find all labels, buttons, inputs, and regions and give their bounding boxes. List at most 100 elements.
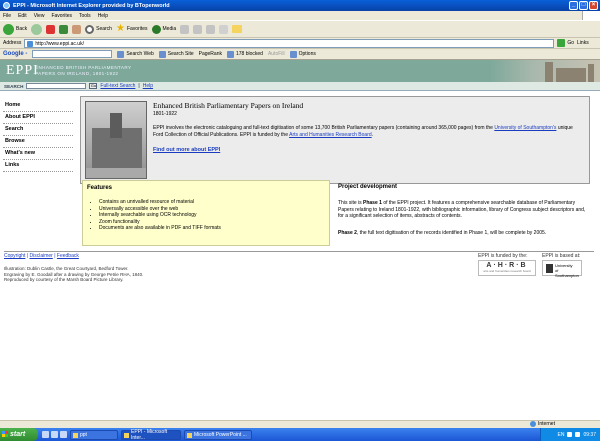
links-button[interactable]: Links [577,40,589,46]
forward-button[interactable] [31,23,43,35]
window-controls: _ □ × [569,1,598,10]
folder-button[interactable] [232,25,243,33]
nav-links[interactable]: Links [3,160,73,172]
development-section: Project development This site is Phase 1… [338,180,588,236]
credit-line-3: Reproduced by courtesy of the Marsh Boar… [4,277,124,282]
southampton-logo[interactable]: University of Southampton [542,260,582,278]
options-icon [289,50,297,58]
language-indicator[interactable]: EN [558,432,565,438]
google-search-input[interactable] [32,50,113,58]
windows-logo-icon [582,11,600,20]
ahrb-logo[interactable]: A·H·R·B arts and humanities research boa… [478,260,536,276]
task-powerpoint[interactable]: Microsoft PowerPoint ... [184,429,252,440]
find-out-more-link[interactable]: Find out more about EPPI [153,147,220,153]
menu-edit[interactable]: Edit [18,13,27,19]
tray-icon[interactable] [575,432,581,437]
favorites-button[interactable]: ★ Favorites [116,24,148,34]
development-title: Project development [338,184,398,190]
blocked-label: 178 blocked [235,51,263,57]
back-label: Back [16,26,28,32]
options-label: Options [298,51,316,57]
site-logo[interactable]: EPPI [6,63,39,79]
search-strip-label: SEARCH [4,83,24,89]
address-bar: Address http://www.eppi.ac.uk/ Go Links [0,38,600,49]
task-ppt-folder[interactable]: ppt [70,429,118,440]
nav-about[interactable]: About EPPI [3,112,73,124]
maximize-button[interactable]: □ [579,1,588,10]
edit-button[interactable] [219,24,229,34]
search-button[interactable]: Search [85,24,112,34]
search-web-label: Search Web [126,51,154,57]
pagerank-button[interactable]: PageRank [199,51,222,57]
menu-tools[interactable]: Tools [79,13,91,19]
quick-launch-icon[interactable] [42,431,49,438]
media-icon [151,24,161,34]
task-ie[interactable]: EPPI - Microsoft Inter... [121,429,181,441]
ahrb-link[interactable]: Arts and Humanities Research Board [289,132,372,138]
menu-file[interactable]: File [3,13,11,19]
window-title: EPPI - Microsoft Internet Explorer provi… [13,2,170,9]
dev-p2-b: , the full text digitisation of the reco… [356,229,547,236]
development-para-2: Phase 2, the full text digitisation of t… [338,230,588,237]
media-label: Media [162,26,177,32]
menu-help[interactable]: Help [98,13,108,19]
site-search-input[interactable] [26,83,87,89]
menu-view[interactable]: View [34,13,45,19]
options-button[interactable]: Options [289,50,316,58]
feedback-link[interactable]: Feedback [57,253,79,259]
search-site-icon [158,50,166,58]
intro-panel: Enhanced British Parliamentary Papers on… [80,96,590,184]
address-input[interactable]: http://www.eppi.ac.uk/ [24,38,555,48]
media-button[interactable]: Media [151,24,177,34]
autofill-button[interactable]: AutoFill [268,51,285,57]
quick-launch [42,431,67,438]
stop-icon [46,24,56,34]
quick-launch-icon[interactable] [51,431,58,438]
dev-p1-b: Phase 1 [363,200,382,206]
site-search-go-button[interactable]: Go [89,83,98,89]
left-nav: Home About EPPI Search Browse What's new… [3,100,73,172]
disclaimer-link[interactable]: Disclaimer [29,253,52,259]
search-icon [85,24,95,34]
stop-button[interactable] [46,24,56,34]
features-box: Features Contains an unrivalled resource… [82,180,330,246]
print-button[interactable] [206,24,216,34]
mail-button[interactable] [193,24,203,34]
history-button[interactable] [180,24,190,34]
home-button[interactable] [72,24,82,34]
university-link[interactable]: University of Southampton's [494,125,556,131]
menu-favorites[interactable]: Favorites [51,13,72,19]
help-link[interactable]: Help [143,83,153,89]
page-viewport: EPPI ENHANCED BRITISH PARLIAMENTARY PAPE… [0,60,600,420]
pagerank-label: PageRank [198,51,222,57]
minimize-button[interactable]: _ [569,1,578,10]
search-site-button[interactable]: Search Site [158,50,194,58]
fulltext-search-link[interactable]: Full-text Search [100,83,135,89]
home-icon [72,24,82,34]
go-arrow-icon [557,39,566,47]
zone-label: Internet [538,421,555,427]
popup-blocker-button[interactable]: 178 blocked [226,50,263,58]
star-icon: ★ [115,23,125,34]
quick-launch-icon[interactable] [60,431,67,438]
list-item: Documents are also available in PDF and … [99,225,329,232]
nav-whats-new[interactable]: What's new [3,148,73,160]
back-button[interactable]: Back [3,23,28,35]
funded-by-label: EPPI is funded by the: [478,253,528,259]
nav-search[interactable]: Search [3,124,73,136]
menu-bar: File Edit View Favorites Tools Help [0,11,600,20]
security-zone: Internet [530,421,555,427]
copyright-link[interactable]: Copyright [4,253,25,259]
separator: | [138,83,140,89]
intro-title: Enhanced British Parliamentary Papers on… [153,101,304,110]
nav-home[interactable]: Home [3,100,73,112]
forward-arrow-icon [31,23,43,35]
go-button[interactable]: Go [557,39,574,47]
google-logo[interactable]: Google - [3,51,27,57]
search-web-button[interactable]: Search Web [117,50,154,58]
nav-browse[interactable]: Browse [3,136,73,148]
tray-icon[interactable] [567,432,573,437]
start-button[interactable]: start [0,428,38,441]
refresh-button[interactable] [59,24,69,34]
close-button[interactable]: × [589,1,598,10]
